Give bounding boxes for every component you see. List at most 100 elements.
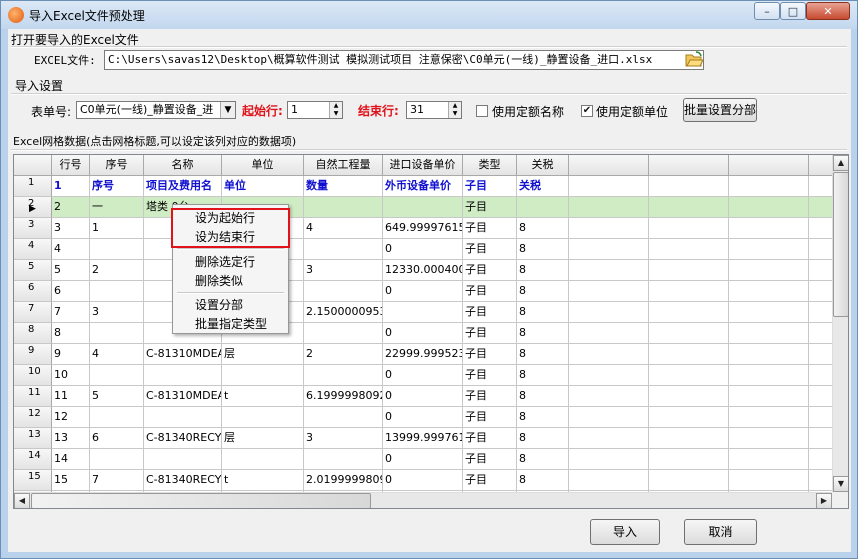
grid-cell[interactable]: 子目 bbox=[463, 176, 517, 197]
grid-cell[interactable] bbox=[569, 281, 649, 302]
grid-cell[interactable]: 2 bbox=[304, 344, 383, 365]
grid-cell[interactable]: 0 bbox=[383, 449, 463, 470]
grid-cell[interactable]: 5 bbox=[52, 260, 90, 281]
grid-cell[interactable]: 14 bbox=[52, 449, 90, 470]
grid-cell[interactable] bbox=[649, 386, 729, 407]
end-row-spinner[interactable]: 31 ▲ ▼ bbox=[406, 101, 462, 119]
menu-item-batch-assign-type[interactable]: 批量指定类型 bbox=[195, 315, 267, 332]
grid-cell[interactable] bbox=[90, 323, 144, 344]
column-header[interactable] bbox=[809, 155, 832, 176]
grid-cell[interactable] bbox=[569, 386, 649, 407]
grid-cell[interactable] bbox=[304, 365, 383, 386]
grid-cell[interactable]: 子目 bbox=[463, 260, 517, 281]
grid-cell[interactable] bbox=[569, 449, 649, 470]
close-button[interactable]: ✕ bbox=[806, 2, 850, 20]
row-header[interactable]: 15 bbox=[14, 470, 52, 491]
use-quota-name-checkbox[interactable] bbox=[476, 105, 488, 117]
grid-cell[interactable]: 子目 bbox=[463, 428, 517, 449]
grid-cell[interactable] bbox=[809, 197, 832, 218]
grid-cell[interactable] bbox=[304, 197, 383, 218]
title-bar[interactable]: 导入Excel文件预处理 – □ ✕ bbox=[1, 1, 857, 29]
vertical-scroll-thumb[interactable] bbox=[833, 172, 848, 317]
grid-cell[interactable]: 8 bbox=[517, 281, 569, 302]
row-header[interactable]: 6 bbox=[14, 281, 52, 302]
grid-cell[interactable] bbox=[649, 428, 729, 449]
horizontal-scroll-thumb[interactable] bbox=[31, 493, 371, 508]
table-row[interactable]: 15157C-81340RECYCLt2.019999980930子目8 bbox=[14, 470, 832, 491]
grid-cell[interactable]: 13999.9997615 bbox=[383, 428, 463, 449]
grid-cell[interactable] bbox=[809, 470, 832, 491]
grid-cell[interactable]: 序号 bbox=[90, 176, 144, 197]
column-header[interactable]: 行号 bbox=[52, 155, 90, 176]
scroll-right-icon[interactable]: ▶ bbox=[816, 493, 832, 508]
menu-item-set-section[interactable]: 设置分部 bbox=[195, 296, 243, 313]
grid-cell[interactable]: 13 bbox=[52, 428, 90, 449]
grid-cell[interactable] bbox=[569, 470, 649, 491]
grid-cell[interactable] bbox=[809, 281, 832, 302]
scroll-left-icon[interactable]: ◀ bbox=[14, 493, 30, 508]
row-header[interactable]: 14 bbox=[14, 449, 52, 470]
grid-cell[interactable] bbox=[649, 239, 729, 260]
grid-cell[interactable]: 4 bbox=[90, 344, 144, 365]
table-row[interactable]: 11115C-81310MDEASTt6.199999809260子目8 bbox=[14, 386, 832, 407]
grid-cell[interactable]: 3 bbox=[90, 302, 144, 323]
grid-cell[interactable] bbox=[729, 470, 809, 491]
vertical-scrollbar[interactable]: ▲ ▼ bbox=[832, 155, 848, 492]
grid-cell[interactable] bbox=[649, 176, 729, 197]
grid-cell[interactable]: 3 bbox=[52, 218, 90, 239]
table-row[interactable]: 2 ▶ 2 一塔类 0台 子目 bbox=[14, 197, 832, 218]
grid-cell[interactable]: 649.999976158 bbox=[383, 218, 463, 239]
grid-cell[interactable]: 0 bbox=[383, 470, 463, 491]
grid-cell[interactable]: 子目 bbox=[463, 302, 517, 323]
column-header[interactable]: 自然工程量 bbox=[304, 155, 383, 176]
grid-cell[interactable] bbox=[569, 428, 649, 449]
grid-cell[interactable]: 8 bbox=[517, 407, 569, 428]
excel-data-grid[interactable]: 行号 序号 名称 单位 自然工程量 进口设备单价 类型 关税 1 1 序号 项目及费用名 单位 数量 外币设… bbox=[13, 154, 849, 509]
row-header[interactable]: 11 bbox=[14, 386, 52, 407]
column-header[interactable] bbox=[729, 155, 809, 176]
grid-cell[interactable]: 3 bbox=[304, 428, 383, 449]
table-row[interactable]: 14 14 0 子目 8 bbox=[14, 449, 832, 470]
grid-cell[interactable]: 层 bbox=[222, 344, 304, 365]
grid-cell[interactable] bbox=[809, 428, 832, 449]
grid-cell[interactable] bbox=[729, 323, 809, 344]
column-header[interactable] bbox=[569, 155, 649, 176]
row-header[interactable]: 8 bbox=[14, 323, 52, 344]
grid-cell[interactable] bbox=[569, 218, 649, 239]
grid-cell[interactable] bbox=[90, 407, 144, 428]
grid-cell[interactable] bbox=[144, 449, 222, 470]
grid-cell[interactable] bbox=[729, 239, 809, 260]
grid-cell[interactable]: 子目 bbox=[463, 407, 517, 428]
grid-cell[interactable]: 2 bbox=[52, 197, 90, 218]
grid-cell[interactable] bbox=[649, 470, 729, 491]
column-header[interactable]: 类型 bbox=[463, 155, 517, 176]
row-header[interactable]: 13 bbox=[14, 428, 52, 449]
table-row[interactable]: 8 8 0 子目 8 bbox=[14, 323, 832, 344]
grid-cell[interactable]: 子目 bbox=[463, 323, 517, 344]
grid-cell[interactable] bbox=[649, 449, 729, 470]
grid-cell[interactable] bbox=[649, 197, 729, 218]
grid-cell[interactable] bbox=[569, 323, 649, 344]
grid-cell[interactable] bbox=[729, 365, 809, 386]
column-header[interactable]: 名称 bbox=[144, 155, 222, 176]
chevron-down-icon[interactable]: ▼ bbox=[220, 102, 235, 118]
grid-cell[interactable] bbox=[569, 365, 649, 386]
sheet-select[interactable]: C0单元(一线)_静置设备_进 ▼ bbox=[76, 101, 236, 119]
grid-cell[interactable]: 4 bbox=[304, 218, 383, 239]
grid-cell[interactable] bbox=[383, 302, 463, 323]
grid-cell[interactable] bbox=[809, 365, 832, 386]
grid-cell[interactable]: 2.01999998093 bbox=[304, 470, 383, 491]
grid-cell[interactable] bbox=[144, 407, 222, 428]
grid-cell[interactable]: 0 bbox=[383, 281, 463, 302]
grid-cell[interactable]: 子目 bbox=[463, 386, 517, 407]
grid-cell[interactable] bbox=[729, 176, 809, 197]
grid-cell[interactable] bbox=[809, 176, 832, 197]
grid-cell[interactable]: 12330.0004005 bbox=[383, 260, 463, 281]
row-header[interactable]: 2 ▶ bbox=[14, 197, 52, 218]
row-header[interactable]: 5 bbox=[14, 260, 52, 281]
file-path-input[interactable]: C:\Users\savas12\Desktop\概算软件测试 模拟测试项目 注… bbox=[104, 50, 704, 70]
grid-cell[interactable] bbox=[304, 281, 383, 302]
grid-cell[interactable] bbox=[809, 323, 832, 344]
grid-cell[interactable]: 8 bbox=[517, 218, 569, 239]
grid-cell[interactable]: 外币设备单价 bbox=[383, 176, 463, 197]
